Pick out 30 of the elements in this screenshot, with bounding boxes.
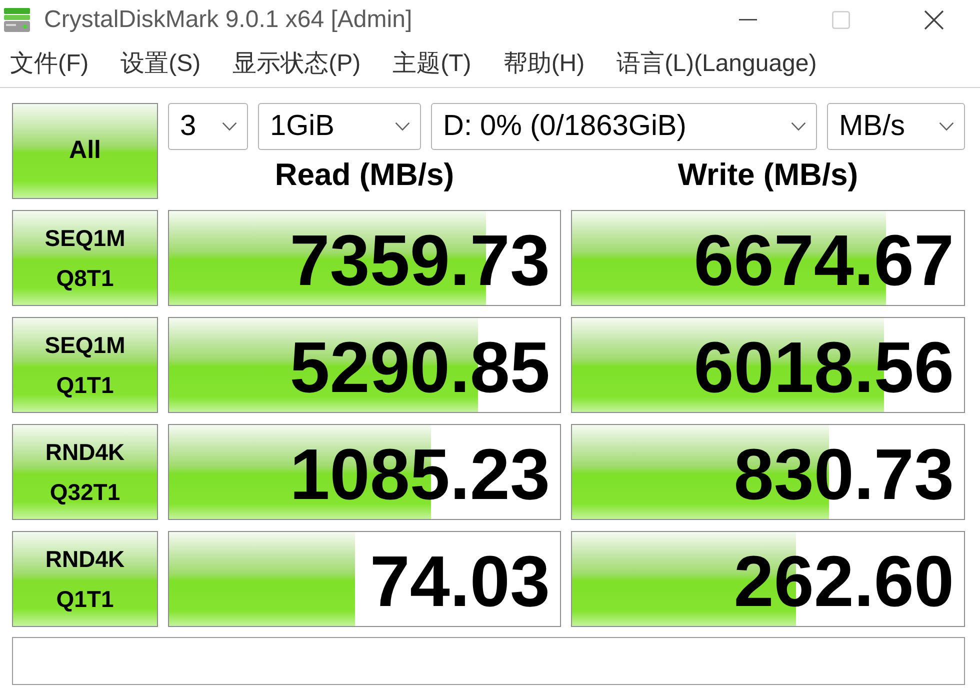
menu-item[interactable]: 文件(F)	[10, 46, 89, 82]
app-icon	[2, 5, 32, 35]
window-title: CrystalDiskMark 9.0.1 x64 [Admin]	[44, 5, 412, 35]
maximize-icon	[832, 11, 850, 29]
chevron-icon	[222, 122, 237, 131]
run-all-button[interactable]: All	[12, 103, 158, 199]
comment-field[interactable]	[12, 637, 965, 685]
drive-dropdown[interactable]: D: 0% (0/1863GiB)	[431, 103, 817, 150]
test-count-dropdown[interactable]: 3	[168, 103, 248, 150]
chevron-icon	[791, 122, 806, 131]
menu-item[interactable]: 语言(L)(Language)	[616, 46, 817, 82]
test-button[interactable]: RND4K Q32T1	[12, 424, 158, 520]
test-size-dropdown[interactable]: 1GiB	[258, 103, 421, 150]
read-column-header: Read (MB/s)	[274, 156, 456, 194]
close-icon	[924, 10, 944, 30]
test-button[interactable]: SEQ1M Q8T1	[12, 210, 158, 306]
test-button[interactable]: SEQ1M Q1T1	[12, 317, 158, 413]
write-column-header: Write (MB/s)	[676, 156, 860, 194]
write-speed-value: 830.73	[734, 438, 954, 511]
test-button[interactable]: RND4K Q1T1	[12, 531, 158, 627]
read-speed-value: 74.03	[370, 546, 550, 618]
chevron-icon	[939, 122, 954, 131]
write-speed-value: 262.60	[734, 546, 954, 618]
menu-item[interactable]: 主题(T)	[392, 46, 472, 82]
menu-item[interactable]: 显示状态(P)	[232, 46, 361, 82]
minimize-icon	[738, 19, 756, 21]
menu-item[interactable]: 设置(S)	[120, 46, 201, 82]
menu-item[interactable]: 帮助(H)	[503, 46, 585, 82]
chevron-icon	[395, 122, 410, 131]
unit-dropdown[interactable]: MB/s	[827, 103, 965, 150]
